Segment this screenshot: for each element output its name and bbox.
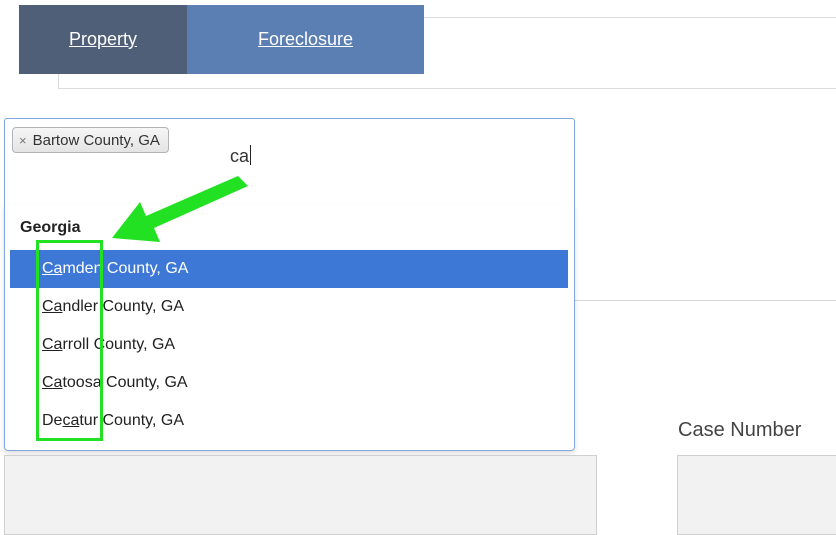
tab-property[interactable]: Property bbox=[19, 5, 187, 74]
annotation-arrow-icon bbox=[112, 176, 248, 242]
dropdown-group-label: Georgia bbox=[20, 219, 81, 236]
remove-tag-icon[interactable]: × bbox=[19, 133, 27, 148]
annotation-highlight-box bbox=[36, 240, 103, 441]
case-number-field[interactable] bbox=[677, 455, 836, 535]
search-query[interactable]: ca bbox=[230, 145, 252, 167]
tag-label: Bartow County, GA bbox=[32, 131, 160, 149]
divider bbox=[575, 300, 836, 301]
selected-county-tag: × Bartow County, GA bbox=[12, 127, 169, 153]
form-field-left[interactable] bbox=[4, 455, 597, 535]
text-cursor bbox=[250, 145, 252, 165]
search-query-text: ca bbox=[230, 146, 250, 166]
case-number-label: Case Number bbox=[678, 419, 802, 441]
tab-bar: Property Foreclosure bbox=[19, 5, 424, 74]
tab-foreclosure[interactable]: Foreclosure bbox=[187, 5, 424, 74]
